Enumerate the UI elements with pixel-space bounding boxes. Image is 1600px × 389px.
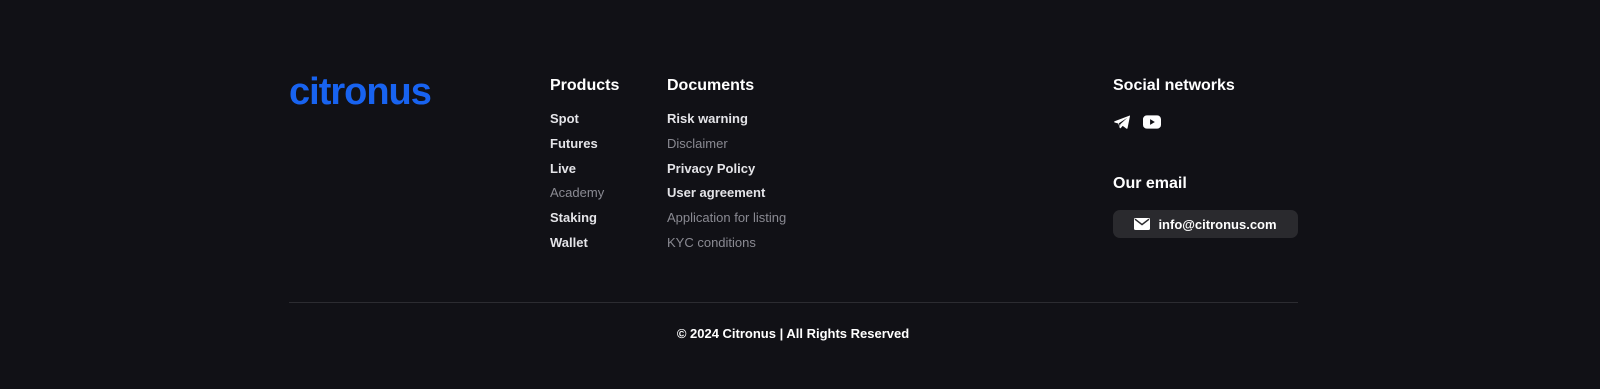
documents-column: Documents Risk warning Disclaimer Privac…	[667, 76, 786, 260]
citronus-logo[interactable]: citronus	[289, 72, 451, 110]
products-column: Products Spot Futures Live Academy Staki…	[550, 76, 619, 260]
documents-link-user-agreement[interactable]: User agreement	[667, 185, 786, 201]
email-address: info@citronus.com	[1158, 216, 1277, 232]
documents-link-kyc-conditions[interactable]: KYC conditions	[667, 235, 786, 251]
documents-heading: Documents	[667, 77, 755, 94]
telegram-icon[interactable]	[1113, 113, 1131, 131]
email-heading: Our email	[1113, 175, 1187, 192]
mail-icon	[1134, 218, 1151, 230]
products-link-staking[interactable]: Staking	[550, 210, 619, 226]
documents-link-risk-warning[interactable]: Risk warning	[667, 111, 786, 127]
social-icons-row	[1113, 111, 1235, 133]
products-link-futures[interactable]: Futures	[550, 136, 619, 152]
email-button[interactable]: info@citronus.com	[1113, 210, 1298, 238]
documents-list: Risk warning Disclaimer Privacy Policy U…	[667, 111, 786, 251]
documents-link-disclaimer[interactable]: Disclaimer	[667, 136, 786, 152]
svg-text:citronus: citronus	[289, 72, 431, 110]
logo-wordmark: citronus	[289, 72, 432, 110]
footer-divider	[289, 302, 1298, 303]
products-link-spot[interactable]: Spot	[550, 111, 619, 127]
copyright-text: © 2024 Citronus | All Rights Reserved	[676, 326, 910, 341]
youtube-icon[interactable]	[1143, 113, 1161, 131]
site-footer: citronus Products Spot Futures Live Acad…	[0, 0, 1600, 389]
documents-link-application-listing[interactable]: Application for listing	[667, 210, 786, 226]
products-link-live[interactable]: Live	[550, 161, 619, 177]
products-list: Spot Futures Live Academy Staking Wallet	[550, 111, 619, 251]
products-link-wallet[interactable]: Wallet	[550, 235, 619, 251]
documents-link-privacy-policy[interactable]: Privacy Policy	[667, 161, 786, 177]
social-heading: Social networks	[1113, 77, 1235, 94]
social-column: Social networks	[1113, 76, 1235, 133]
products-heading: Products	[550, 77, 620, 94]
products-link-academy[interactable]: Academy	[550, 185, 619, 201]
